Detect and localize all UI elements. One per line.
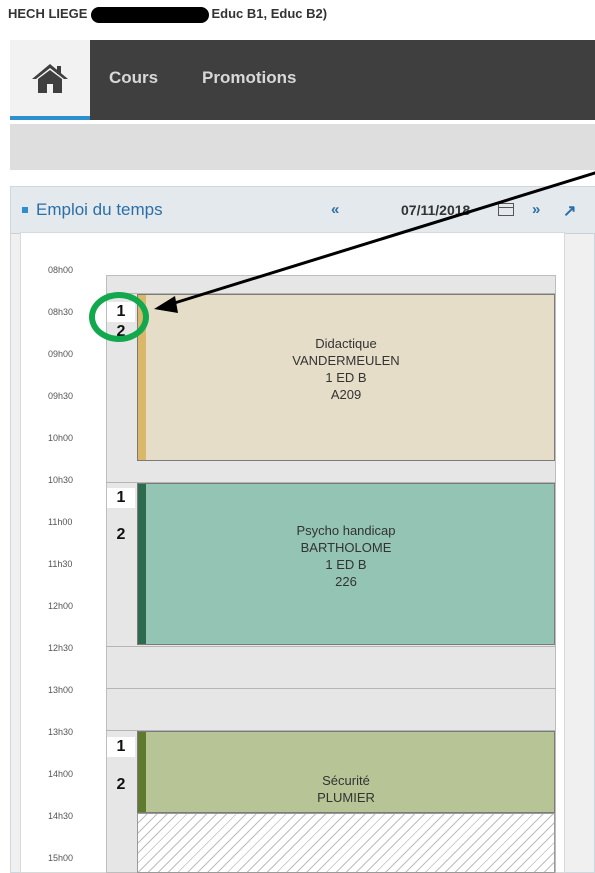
annotation-arrow: [154, 171, 595, 313]
